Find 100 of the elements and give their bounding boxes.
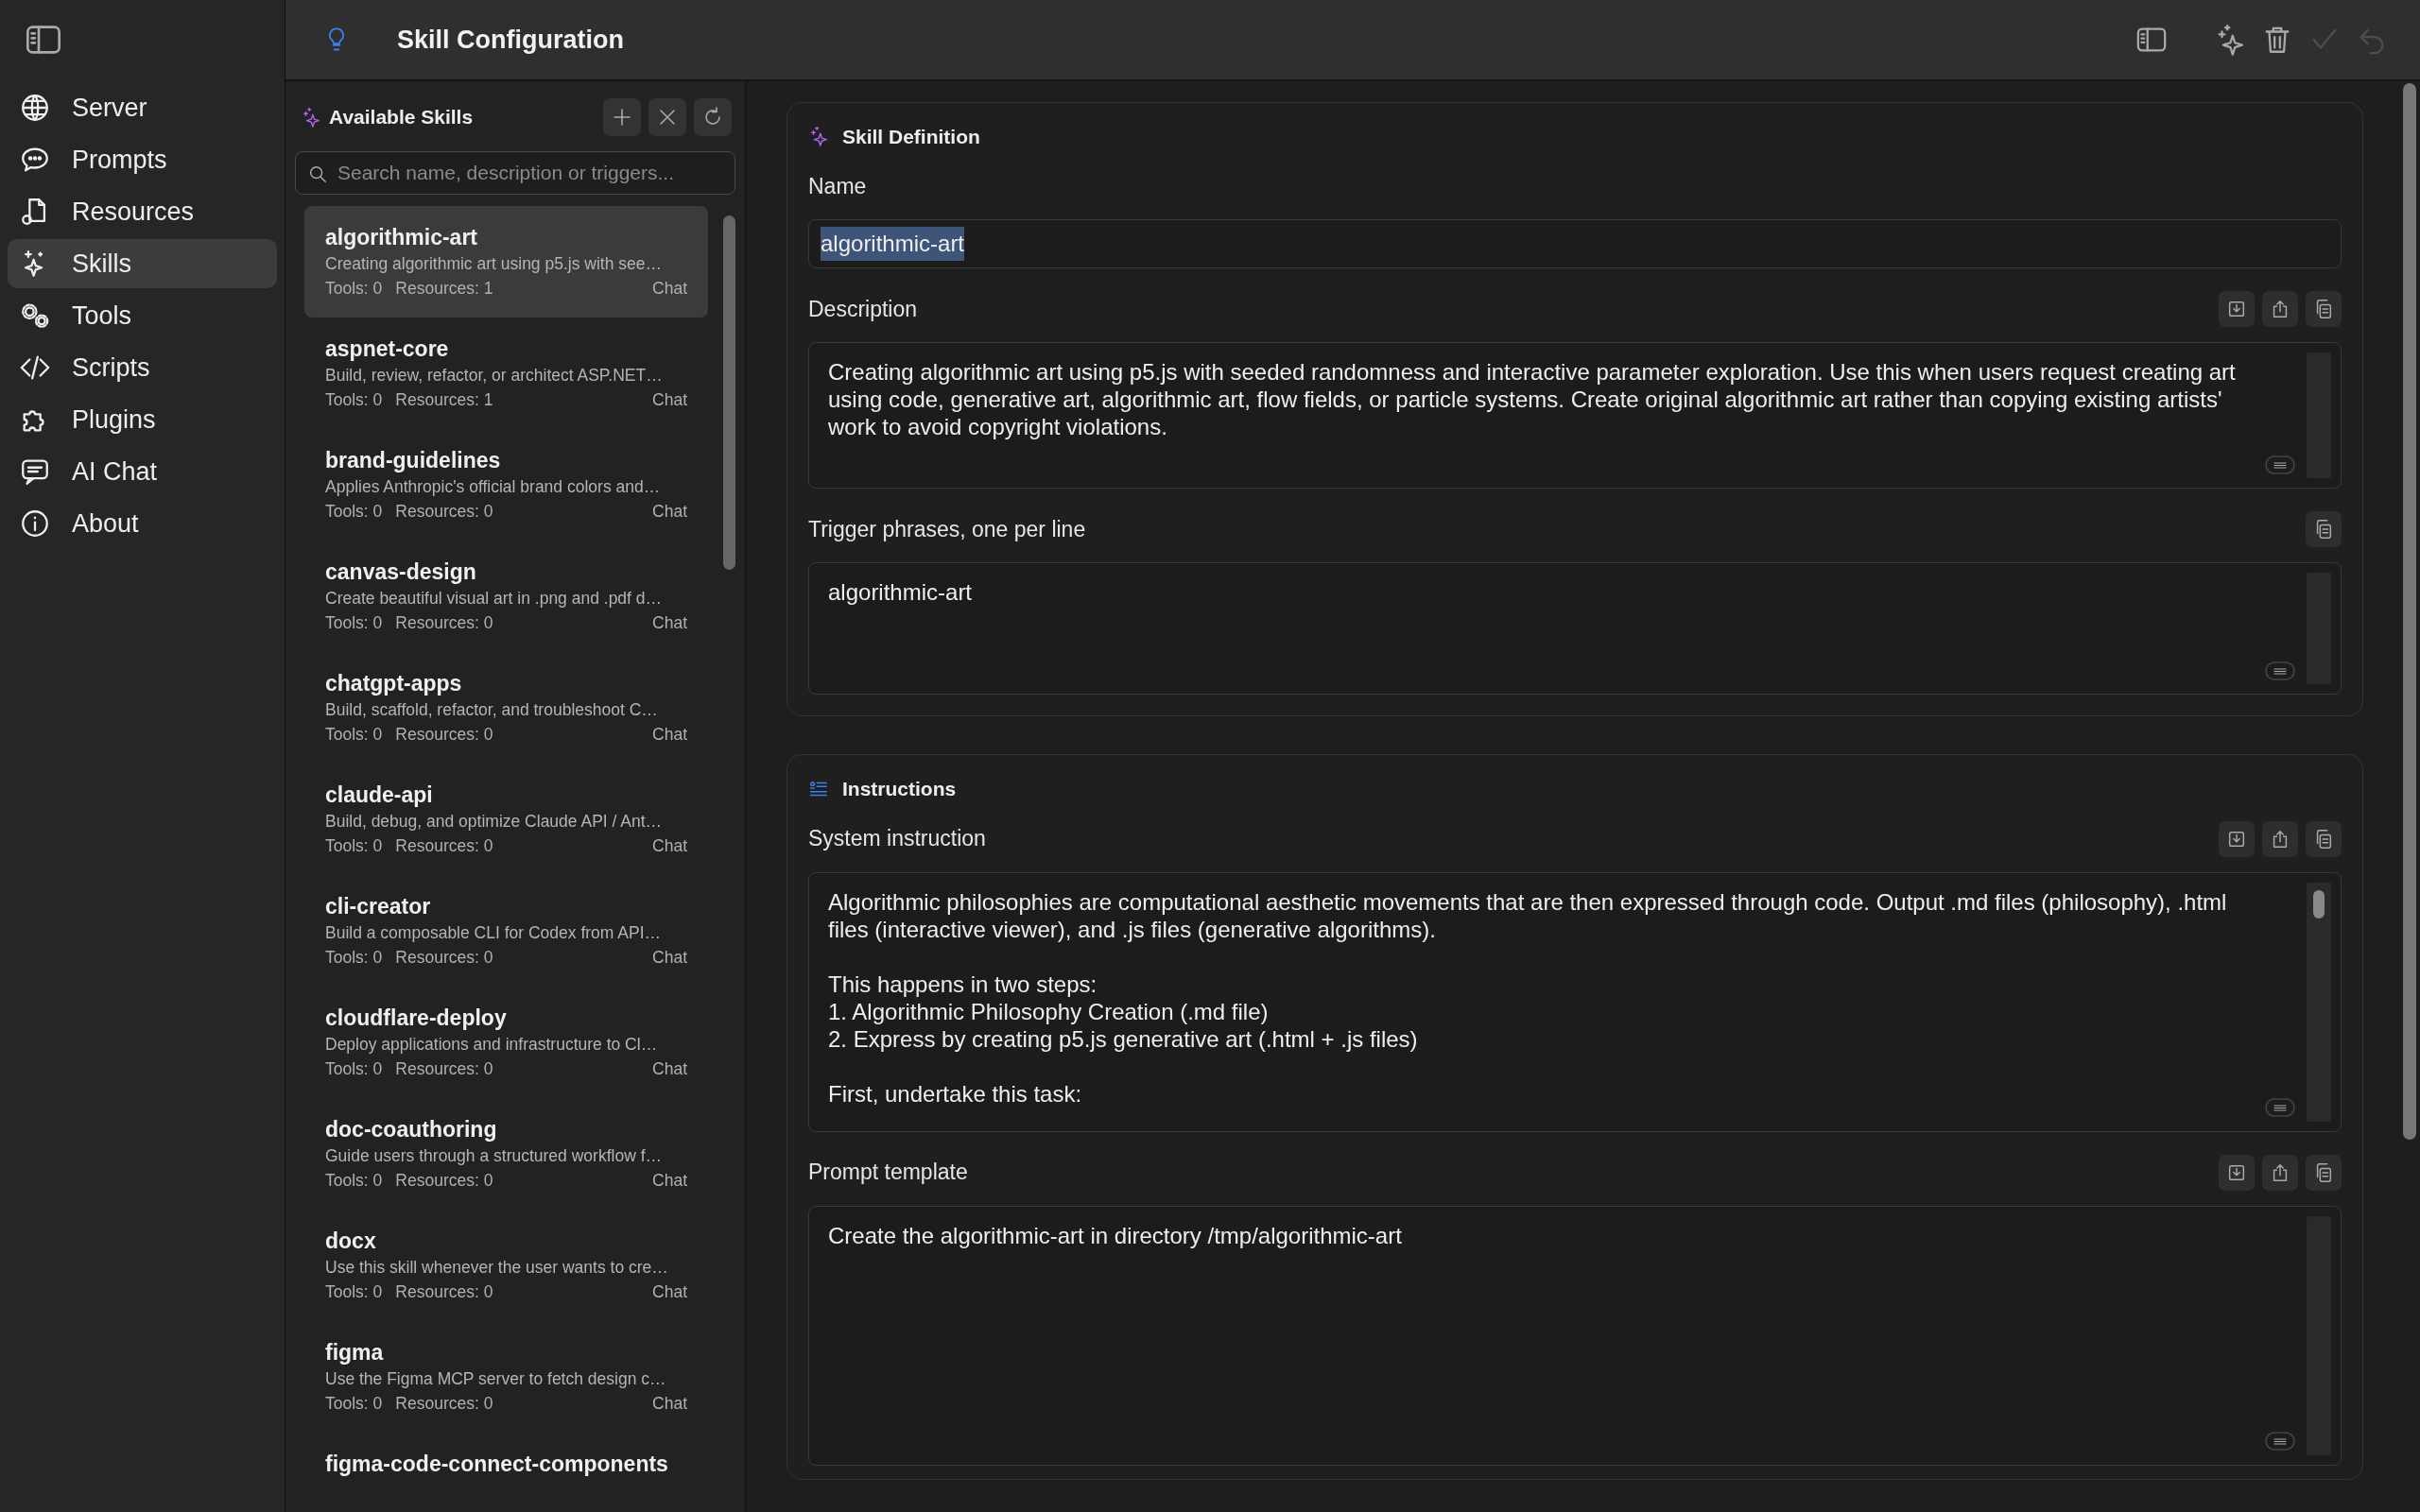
tools-count: Tools: 0 [325,388,383,411]
tools-count: Tools: 0 [325,1392,383,1415]
resources-count: Resources: 0 [395,1280,493,1303]
skill-list-item[interactable]: canvas-design Create beautiful visual art in .png and .pdf d… Tools: 0 Resources: 0 Chat [304,540,708,652]
nav-item[interactable]: About [8,499,277,548]
skill-description: Deploy applications and infrastructure to Cl… [325,1033,659,1056]
tools-count: Tools: 0 [325,500,383,523]
close-button[interactable] [648,97,686,136]
skill-name: aspnet-core [325,335,450,363]
tools-count: Tools: 0 [325,1057,383,1080]
text-area-field[interactable]: Creating algorithmic art using p5.js with seeded randomness and interactive parameter exploration. Use this when users request creating art using code, generative art, algorithmic art, flow fields, or particle systems. Create original algorithmic art rather than copying existing artists' work to avoid copyright violations. [808,342,2342,490]
skill-description: Build, debug, and optimize Claude API / Ant… [325,810,664,833]
resources-count: Resources: 0 [395,834,493,857]
resize-handle-icon[interactable] [2265,1098,2295,1118]
resources-count: Resources: 0 [395,1057,493,1080]
tools-count: Tools: 0 [325,1280,383,1303]
import-button[interactable] [2219,291,2255,328]
nav-item[interactable]: AI Chat [8,447,277,496]
section-title: Skill Definition [842,124,980,149]
skill-description: Guide users through a structured workflow f… [325,1144,663,1167]
skill-name: algorithmic-art [325,223,479,251]
field-label: Description [808,295,918,323]
resources-count: Resources: 0 [395,723,493,746]
mode-label: Chat [652,500,687,523]
resources-count: Resources: 1 [395,388,493,411]
skill-list-item[interactable]: doc-coauthoring Guide users through a structured workflow f… Tools: 0 Resources: 0 Chat [304,1097,708,1210]
skill-list-item[interactable]: figma Use the Figma MCP server to fetch design c… Tools: 0 Resources: 0 Chat [304,1320,708,1433]
skill-name: figma [325,1338,385,1366]
skill-list-item[interactable]: brand-guidelines Applies Anthropic's official brand colors and… Tools: 0 Resources: 0 Chat [304,428,708,541]
skill-name: cloudflare-deploy [325,1004,508,1032]
share-button[interactable] [2262,1154,2298,1191]
skill-list-item[interactable]: docx Use this skill whenever the user wants to cre… Tools: 0 Resources: 0 Chat [304,1209,708,1321]
resize-handle-icon[interactable] [2265,661,2295,680]
skill-description: Create beautiful visual art in .png and .pdf d… [325,587,664,610]
name-field[interactable]: algorithmic-art [808,219,2342,269]
tools-count: Tools: 0 [325,1169,383,1192]
resize-handle-icon[interactable] [2265,455,2295,474]
field-label: Name [808,172,867,200]
skill-description: Build, scaffold, refactor, and troubleshoot C… [325,698,659,721]
mode-label: Chat [652,611,687,634]
skill-list-item[interactable]: chatgpt-apps Build, scaffold, refactor, and troubleshoot C… Tools: 0 Resources: 0 Chat [304,651,708,764]
copy-button[interactable] [2306,1154,2342,1191]
mode-label: Chat [652,834,687,857]
skill-list-item[interactable]: algorithmic-art Creating algorithmic art using p5.js with see… Tools: 0 Resources: 1 Chat [304,205,708,318]
skill-description: Creating algorithmic art using p5.js with see… [325,252,663,275]
skill-name: canvas-design [325,558,477,586]
skill-list-item[interactable]: aspnet-core Build, review, refactor, or architect ASP.NET… Tools: 0 Resources: 1 Chat [304,317,708,429]
skill-name: chatgpt-apps [325,669,463,697]
skill-name: docx [325,1227,377,1255]
mode-label: Chat [652,1392,687,1415]
skill-name: cli-creator [325,892,432,920]
tools-count: Tools: 0 [325,946,383,969]
tools-count: Tools: 0 [325,723,383,746]
share-button[interactable] [2262,291,2298,328]
resources-count: Resources: 0 [395,1169,493,1192]
mode-label: Chat [652,723,687,746]
search-field[interactable]: Search name, description or triggers... [295,150,735,195]
copy-button[interactable] [2306,291,2342,328]
field-label: Trigger phrases, one per line [808,515,1086,543]
copy-button[interactable] [2306,511,2342,548]
plus-button[interactable] [603,97,641,136]
resize-handle-icon[interactable] [2265,1432,2295,1452]
mode-label: Chat [652,946,687,969]
tools-count: Tools: 0 [325,611,383,634]
field-label: Prompt template [808,1159,968,1187]
import-button[interactable] [2219,1154,2255,1191]
skill-list-item[interactable]: figma-code-connect-components [304,1432,708,1495]
mode-label: Chat [652,1057,687,1080]
text-area-field[interactable]: Create the algorithmic-art in directory /tmp/algorithmic-art [808,1205,2342,1466]
globe-icon [19,92,51,124]
skill-list-item[interactable]: claude-api Build, debug, and optimize Claude API / Ant… Tools: 0 Resources: 0 Chat [304,763,708,875]
refresh-button[interactable] [694,97,732,136]
field-label: System instruction [808,825,986,853]
skill-name: brand-guidelines [325,446,502,474]
skill-description: Use the Figma MCP server to fetch design c… [325,1367,667,1390]
import-button[interactable] [2219,820,2255,857]
text-area-field[interactable]: algorithmic-art [808,562,2342,696]
text-area-field[interactable]: Algorithmic philosophies are computational aesthetic movements that are then expressed through code. Output .md files (philosophy), .html files (interactive viewer), and .js files (generative algorithms). This happens in two steps: 1. Algorithmic Philosophy Creation (.md file) 2. Express by creating p5.js generative art (.html + .js files) First, undertake this task: [808,871,2342,1132]
info-icon [19,507,51,540]
sparkle-icon [808,126,829,147]
share-button[interactable] [2262,820,2298,857]
skill-list-item[interactable]: cloudflare-deploy Deploy applications and infrastructure to Cl… Tools: 0 Resources: 0 Chat [304,986,708,1098]
tools-count: Tools: 0 [325,834,383,857]
nav-item[interactable]: Resources [8,187,277,236]
nav-item[interactable]: Skills [8,239,277,288]
mode-label: Chat [652,277,687,300]
resources-count: Resources: 0 [395,946,493,969]
skill-description: Build a composable CLI for Codex from API… [325,921,663,944]
copy-button[interactable] [2306,820,2342,857]
panel-title: Available Skills [329,104,474,129]
nav-item[interactable]: Plugins [8,395,277,444]
nav-item[interactable]: Scripts [8,343,277,392]
nav-item[interactable]: Server [8,83,277,132]
skill-list-item[interactable]: cli-creator Build a composable CLI for Codex from API… Tools: 0 Resources: 0 Chat [304,874,708,987]
nav-item[interactable]: Tools [8,291,277,340]
skill-name: doc-coauthoring [325,1115,498,1143]
nav-item[interactable]: Prompts [8,135,277,184]
tools-count: Tools: 0 [325,277,383,300]
mode-label: Chat [652,388,687,411]
resources-count: Resources: 0 [395,500,493,523]
